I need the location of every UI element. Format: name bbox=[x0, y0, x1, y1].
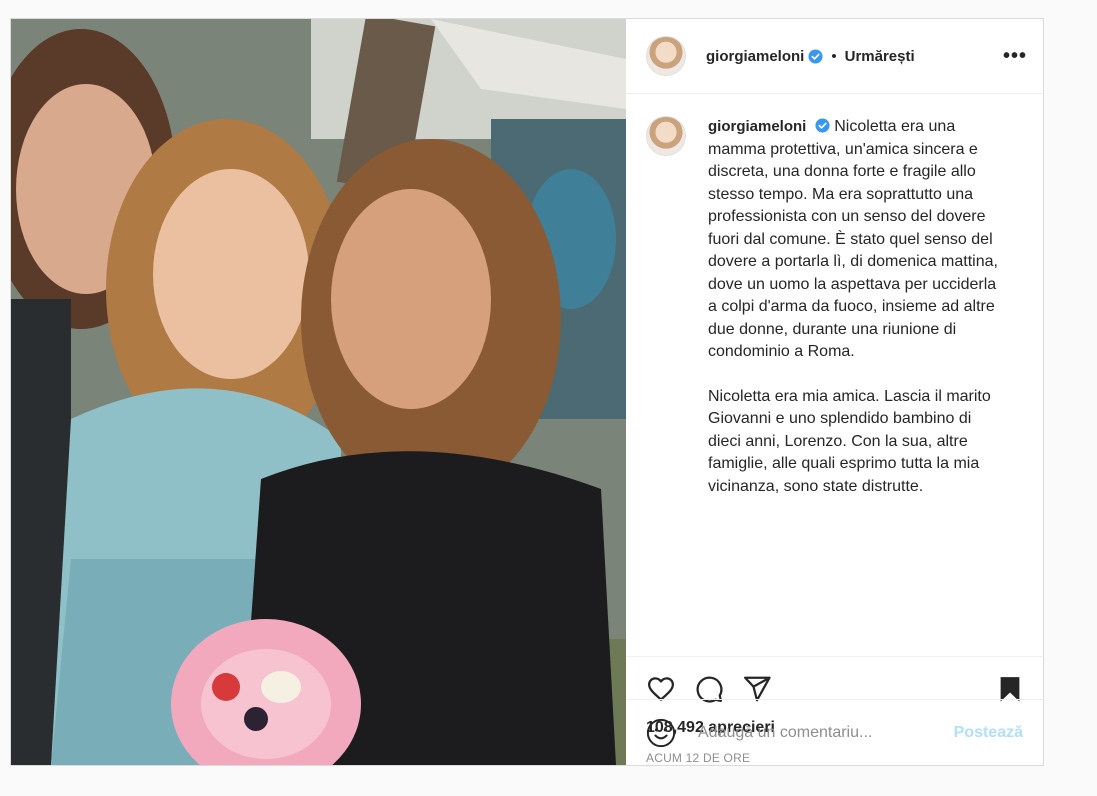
username-link[interactable]: giorgiameloni bbox=[706, 48, 804, 65]
comment-input[interactable] bbox=[696, 722, 954, 743]
caption-area: giorgiameloni Nicoletta era una mamma pr… bbox=[626, 94, 1043, 657]
caption-avatar[interactable] bbox=[646, 116, 686, 156]
caption-username-link[interactable]: giorgiameloni bbox=[708, 118, 806, 135]
verified-badge-icon bbox=[815, 118, 830, 133]
separator-dot: • bbox=[831, 47, 837, 65]
caption-text-1: Nicoletta era una mamma protettiva, un'a… bbox=[708, 118, 998, 360]
caption-paragraph-2: Nicoletta era mia amica. Lascia il marit… bbox=[708, 387, 991, 495]
verified-badge-icon bbox=[808, 48, 823, 64]
post-photo[interactable] bbox=[11, 19, 626, 765]
avatar[interactable] bbox=[646, 36, 686, 76]
post-comment-button[interactable]: Postează bbox=[954, 724, 1023, 742]
following-button[interactable]: Urmărești bbox=[845, 48, 915, 65]
post-sidebar: giorgiameloni • Urmărești ••• giorgiamel… bbox=[626, 19, 1043, 765]
caption: giorgiameloni Nicoletta era una mamma pr… bbox=[708, 116, 1008, 520]
comment-bar: Postează bbox=[626, 699, 1043, 765]
post-header: giorgiameloni • Urmărești ••• bbox=[626, 19, 1043, 94]
more-options-icon[interactable]: ••• bbox=[1003, 45, 1027, 68]
photo-illustration bbox=[11, 19, 626, 765]
caption-paragraph-1: giorgiameloni Nicoletta era una mamma pr… bbox=[708, 116, 1008, 364]
instagram-post: giorgiameloni • Urmărești ••• giorgiamel… bbox=[10, 18, 1044, 766]
emoji-smile-icon[interactable] bbox=[646, 718, 676, 748]
